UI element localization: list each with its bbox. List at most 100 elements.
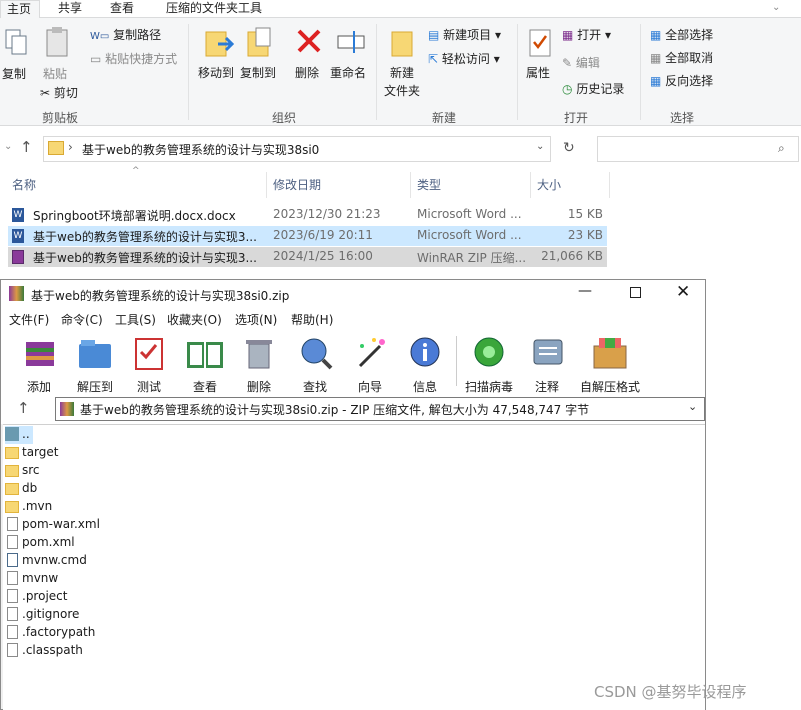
copy-path-button[interactable]: W▭ 复制路径 (90, 26, 161, 43)
delete-button[interactable]: 删除 (295, 64, 319, 81)
history-label: 历史记录 (576, 82, 625, 96)
list-item[interactable]: .gitignore (5, 606, 125, 624)
close-icon[interactable]: ✕ (676, 282, 690, 302)
menu-favorites[interactable]: 收藏夹(O) (167, 311, 222, 328)
rename-button[interactable]: 重命名 (330, 64, 366, 81)
trash-icon (246, 340, 272, 369)
new-item-label: 新建项目 (443, 28, 492, 42)
comment-button[interactable]: 注释 (519, 336, 575, 394)
up-arrow-icon[interactable]: ↑ (17, 399, 30, 417)
new-folder-button[interactable]: 新建 (390, 64, 414, 81)
menu-commands[interactable]: 命令(C) (61, 311, 103, 328)
copy-to-icon (247, 27, 271, 57)
tab-compressed-tools[interactable]: 压缩的文件夹工具 (160, 0, 268, 18)
wizard-button[interactable]: 向导 (342, 336, 398, 394)
path-dropdown-icon[interactable]: ⌄ (688, 400, 697, 413)
list-item[interactable]: pom.xml (5, 534, 125, 552)
sfx-button[interactable]: 自解压格式 (575, 336, 645, 394)
properties-button[interactable]: 属性 (526, 64, 550, 81)
address-dropdown-icon[interactable]: ⌄ (536, 141, 544, 152)
file-size: 23 KB (567, 228, 603, 242)
list-item[interactable]: .classpath (5, 642, 125, 660)
select-none-button[interactable]: ▦ 全部取消 (650, 49, 713, 66)
column-separator[interactable] (410, 172, 411, 198)
add-archive-icon (26, 342, 54, 366)
refresh-icon[interactable]: ↻ (563, 140, 575, 156)
column-size[interactable]: 大小 (537, 176, 561, 193)
column-separator[interactable] (609, 172, 610, 198)
address-box[interactable]: › 基于web的教务管理系统的设计与实现38si0 ⌄ (43, 136, 551, 162)
column-type[interactable]: 类型 (417, 176, 441, 193)
add-button[interactable]: 添加 (11, 336, 67, 394)
select-all-button[interactable]: ▦ 全部选择 (650, 26, 713, 43)
delete-archive-button[interactable]: 删除 (231, 336, 287, 394)
file-name: Springboot环境部署说明.docx.docx (33, 209, 236, 223)
ribbon-expand-icon[interactable]: ⌄ (772, 2, 780, 13)
ribbon: 复制 粘贴 W▭ 复制路径 ▭ 粘贴快捷方式 ✂ 剪切 剪贴板 移动到 复制到 … (0, 18, 801, 126)
edit-button[interactable]: ✎ 编辑 (562, 54, 600, 71)
entry-name: .mvn (22, 499, 53, 513)
column-date[interactable]: 修改日期 (273, 176, 321, 193)
column-name[interactable]: 名称 (12, 176, 36, 193)
invert-selection-button[interactable]: ▦ 反向选择 (650, 72, 713, 89)
entry-name: db (22, 481, 38, 495)
list-item[interactable]: .. (5, 426, 33, 444)
search-box[interactable]: ⌕ (597, 136, 799, 162)
table-row[interactable]: 基于web的教务管理系统的设计与实现3... 2024/1/25 16:00 W… (8, 247, 607, 267)
folder-icon (5, 465, 19, 477)
list-item[interactable]: db (5, 480, 95, 498)
list-item[interactable]: src (5, 462, 95, 480)
column-separator[interactable] (266, 172, 267, 198)
recent-locations-icon[interactable]: ⌄ (4, 141, 12, 152)
list-item[interactable]: .project (5, 588, 125, 606)
history-button[interactable]: ◷ 历史记录 (562, 80, 624, 97)
test-button[interactable]: 测试 (121, 336, 177, 394)
tab-view[interactable]: 查看 (104, 0, 140, 18)
list-item[interactable]: mvnw.cmd (5, 552, 125, 570)
tab-share[interactable]: 共享 (52, 0, 88, 18)
up-arrow-icon[interactable]: ↑ (20, 138, 33, 156)
view-button[interactable]: 查看 (177, 336, 233, 394)
archive-path-box[interactable]: 基于web的教务管理系统的设计与实现38si0.zip - ZIP 压缩文件, … (55, 397, 705, 421)
move-to-button[interactable]: 移动到 (196, 64, 236, 81)
entry-name: src (22, 463, 40, 477)
menu-tools[interactable]: 工具(S) (115, 311, 156, 328)
winrar-app-icon (9, 286, 24, 301)
easy-access-button[interactable]: ⇱ 轻松访问 ▾ (428, 50, 500, 67)
file-name: 基于web的教务管理系统的设计与实现3... (33, 251, 257, 265)
column-separator[interactable] (530, 172, 531, 198)
paste-shortcut-button[interactable]: ▭ 粘贴快捷方式 (90, 50, 177, 67)
scan-virus-button[interactable]: 扫描病毒 (461, 336, 517, 394)
organize-group-label: 组织 (272, 111, 297, 125)
table-row[interactable]: W Springboot环境部署说明.docx.docx 2023/12/30 … (8, 205, 607, 225)
new-group-label: 新建 (432, 111, 457, 125)
open-button[interactable]: ▦ 打开 ▾ (562, 26, 611, 43)
find-label: 查找 (302, 380, 327, 394)
new-item-button[interactable]: ▤ 新建项目 ▾ (428, 26, 501, 43)
extract-to-button[interactable]: 解压到 (67, 336, 123, 394)
move-to-icon (205, 31, 234, 57)
find-button[interactable]: 查找 (287, 336, 343, 394)
info-button[interactable]: 信息 (397, 336, 453, 394)
maximize-icon[interactable] (630, 287, 641, 298)
paste-shortcut-icon: ▭ (90, 52, 102, 66)
list-item[interactable]: target (5, 444, 95, 462)
folder-icon (48, 141, 64, 155)
cut-button[interactable]: ✂ 剪切 (40, 84, 78, 101)
file-type: WinRAR ZIP 压缩... (417, 251, 527, 265)
tab-home[interactable]: 主页 (0, 0, 40, 18)
list-item[interactable]: pom-war.xml (5, 516, 125, 534)
menu-help[interactable]: 帮助(H) (291, 311, 333, 328)
copy-to-button[interactable]: 复制到 (238, 64, 278, 81)
winrar-titlebar[interactable]: 基于web的教务管理系统的设计与实现38si0.zip — ✕ (1, 280, 705, 308)
list-item[interactable]: .mvn (5, 498, 95, 516)
minimize-icon[interactable]: — (578, 283, 592, 299)
list-item[interactable]: mvnw (5, 570, 125, 588)
copy-button[interactable]: 复制 (2, 65, 26, 82)
list-item[interactable]: .factorypath (5, 624, 125, 642)
toolbar-separator (456, 336, 457, 386)
menu-file[interactable]: 文件(F) (9, 311, 49, 328)
paste-button[interactable]: 粘贴 (43, 65, 67, 82)
menu-options[interactable]: 选项(N) (235, 311, 277, 328)
table-row[interactable]: W 基于web的教务管理系统的设计与实现3... 2023/6/19 20:11… (8, 226, 607, 246)
